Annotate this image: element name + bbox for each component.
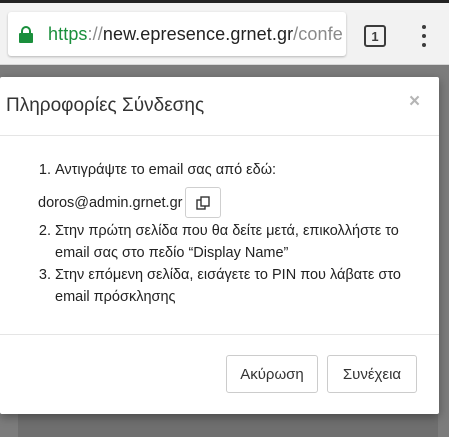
instruction-list: Αντιγράψτε το email σας από εδώ: doros@a… bbox=[38, 159, 427, 308]
dialog-body: Αντιγράψτε το email σας από εδώ: doros@a… bbox=[0, 137, 439, 335]
url-scheme: https bbox=[48, 23, 88, 44]
list-item: Στην πρώτη σελίδα που θα δείτε μετά, επι… bbox=[55, 220, 427, 264]
address-bar[interactable]: https://new.epresence.grnet.gr/confe bbox=[8, 12, 346, 56]
list-item: Στην επόμενη σελίδα, εισάγετε το PIN που… bbox=[55, 264, 427, 308]
continue-button[interactable]: Συνέχεια bbox=[327, 355, 417, 393]
email-row: doros@admin.grnet.gr bbox=[38, 187, 427, 218]
list-item: Αντιγράψτε το email σας από εδώ: doros@a… bbox=[38, 159, 427, 218]
more-menu-icon[interactable] bbox=[418, 25, 430, 47]
dialog-title: Πληροφορίες Σύνδεσης bbox=[6, 95, 205, 116]
tab-switcher-button[interactable]: 1 bbox=[364, 25, 386, 47]
lock-icon bbox=[8, 12, 34, 56]
email-text[interactable]: doros@admin.grnet.gr bbox=[38, 192, 182, 214]
browser-toolbar: https://new.epresence.grnet.gr/confe 1 bbox=[0, 3, 449, 65]
url-host: new.epresence.grnet.gr bbox=[102, 23, 294, 44]
copy-email-button[interactable] bbox=[185, 187, 222, 218]
url-path: /confe bbox=[293, 23, 343, 44]
step-1-text: Αντιγράψτε το email σας από εδώ: bbox=[55, 162, 277, 178]
close-icon[interactable]: × bbox=[409, 91, 420, 113]
connection-info-dialog: Πληροφορίες Σύνδεσης × Αντιγράψτε το ema… bbox=[0, 77, 439, 414]
copy-icon bbox=[196, 195, 211, 210]
dialog-header: Πληροφορίες Σύνδεσης × bbox=[0, 77, 439, 136]
cancel-button[interactable]: Ακύρωση bbox=[226, 355, 318, 393]
url-text[interactable]: https://new.epresence.grnet.gr/confe bbox=[34, 24, 343, 45]
url-separator: :// bbox=[87, 23, 103, 44]
dialog-footer: Ακύρωση Συνέχεια bbox=[0, 336, 439, 414]
